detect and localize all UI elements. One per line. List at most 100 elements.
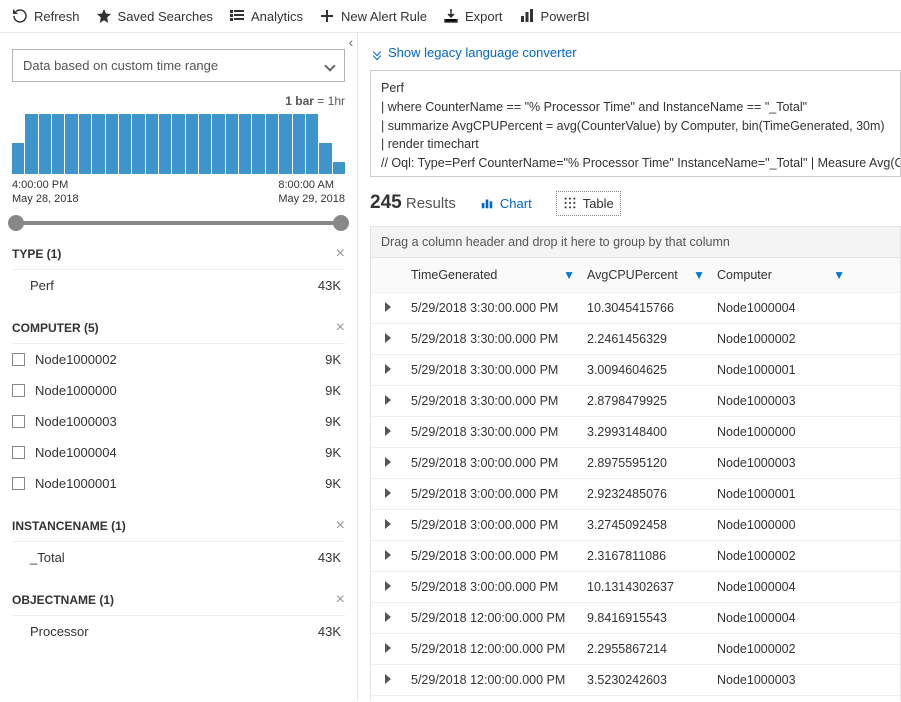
checkbox[interactable]	[12, 384, 25, 397]
export-button[interactable]: Export	[443, 8, 503, 24]
expand-row-button[interactable]	[371, 549, 405, 563]
table-row[interactable]: 5/29/2018 3:00:00.000 PM2.8975595120Node…	[371, 448, 900, 479]
histogram-bar[interactable]	[159, 114, 171, 174]
histogram-bar[interactable]	[39, 114, 51, 174]
expand-row-button[interactable]	[371, 518, 405, 532]
histogram-bar[interactable]	[119, 114, 131, 174]
facet-item-name: Node1000002	[35, 352, 117, 367]
histogram-bar[interactable]	[252, 114, 264, 174]
histogram-bar[interactable]	[25, 114, 37, 174]
facet-item[interactable]: Node10000019K	[12, 468, 345, 499]
table-row[interactable]: 5/29/2018 3:30:00.000 PM3.0094604625Node…	[371, 355, 900, 386]
histogram-bar[interactable]	[79, 114, 91, 174]
expand-row-button[interactable]	[371, 673, 405, 687]
histogram-bar[interactable]	[319, 143, 331, 174]
analytics-button[interactable]: Analytics	[229, 8, 303, 24]
histogram-bar[interactable]	[146, 114, 158, 174]
facet-item[interactable]: Processor43K	[12, 616, 345, 647]
facet-item[interactable]: Node10000029K	[12, 344, 345, 375]
histogram-bar[interactable]	[239, 114, 251, 174]
expand-row-button[interactable]	[371, 301, 405, 315]
cell-time: 5/29/2018 12:00:00.000 PM	[405, 665, 581, 695]
checkbox[interactable]	[12, 353, 25, 366]
histogram-bar[interactable]	[12, 143, 24, 174]
new-alert-button[interactable]: New Alert Rule	[319, 8, 427, 24]
histogram-bar[interactable]	[65, 114, 77, 174]
filter-icon[interactable]: ▼	[833, 268, 845, 282]
expand-row-button[interactable]	[371, 487, 405, 501]
slider-handle-right[interactable]	[333, 215, 349, 231]
histogram-bar[interactable]	[106, 114, 118, 174]
time-range-select[interactable]: Data based on custom time range	[12, 49, 345, 82]
col-header-time[interactable]: TimeGenerated ▼	[405, 258, 581, 292]
histogram-bar[interactable]	[333, 162, 345, 174]
chart-view-toggle[interactable]: Chart	[474, 192, 538, 215]
histogram-bar[interactable]	[186, 114, 198, 174]
cell-time: 5/29/2018 12:00:00.000 PM	[405, 603, 581, 633]
expand-row-button[interactable]	[371, 394, 405, 408]
expand-row-button[interactable]	[371, 363, 405, 377]
slider-handle-left[interactable]	[8, 215, 24, 231]
expand-row-button[interactable]	[371, 425, 405, 439]
checkbox[interactable]	[12, 415, 25, 428]
checkbox[interactable]	[12, 477, 25, 490]
saved-searches-button[interactable]: Saved Searches	[96, 8, 213, 24]
legacy-converter-link[interactable]: Show legacy language converter	[370, 45, 901, 60]
close-icon[interactable]: ×	[336, 319, 345, 337]
table-row[interactable]: 5/29/2018 12:00:00.000 PM3.5230242603Nod…	[371, 665, 900, 696]
table-row[interactable]: 5/29/2018 3:00:00.000 PM2.9232485076Node…	[371, 479, 900, 510]
table-row[interactable]: 5/29/2018 3:00:00.000 PM10.1314302637Nod…	[371, 572, 900, 603]
col-header-cpu[interactable]: AvgCPUPercent ▼	[581, 258, 711, 292]
histogram-bar[interactable]	[212, 114, 224, 174]
expand-row-button[interactable]	[371, 332, 405, 346]
time-slider[interactable]	[16, 221, 341, 225]
expand-row-button[interactable]	[371, 456, 405, 470]
table-view-toggle[interactable]: Table	[556, 191, 621, 216]
query-editor[interactable]: Perf | where CounterName == "% Processor…	[370, 70, 901, 177]
histogram-bar[interactable]	[199, 114, 211, 174]
table-row[interactable]: 5/29/2018 3:30:00.000 PM2.2461456329Node…	[371, 324, 900, 355]
histogram-bar[interactable]	[266, 114, 278, 174]
table-row[interactable]: 5/29/2018 3:30:00.000 PM10.3045415766Nod…	[371, 293, 900, 324]
histogram-bar[interactable]	[293, 114, 305, 174]
facet-item[interactable]: Node10000039K	[12, 406, 345, 437]
col-header-computer[interactable]: Computer ▼	[711, 258, 851, 292]
expand-row-button[interactable]	[371, 580, 405, 594]
expand-row-button[interactable]	[371, 611, 405, 625]
facet-item[interactable]: Node10000049K	[12, 437, 345, 468]
histogram-bar[interactable]	[132, 114, 144, 174]
filter-icon[interactable]: ▼	[563, 268, 575, 282]
checkbox[interactable]	[12, 446, 25, 459]
table-row[interactable]: 5/29/2018 12:00:00.000 PM9.8416915543Nod…	[371, 603, 900, 634]
facet-item[interactable]: Perf43K	[12, 270, 345, 301]
refresh-button[interactable]: Refresh	[12, 8, 80, 24]
refresh-label: Refresh	[34, 9, 80, 24]
group-drop-zone[interactable]: Drag a column header and drop it here to…	[370, 226, 901, 258]
histogram-bar[interactable]	[172, 114, 184, 174]
right-pane: Show legacy language converter Perf | wh…	[358, 33, 901, 701]
powerbi-button[interactable]: PowerBI	[519, 8, 590, 24]
table-row[interactable]: 5/29/2018 12:00:00.000 PM2.8920238753Nod…	[371, 696, 900, 701]
collapse-left-icon[interactable]: ‹	[345, 33, 357, 51]
histogram-bar[interactable]	[279, 114, 291, 174]
filter-icon[interactable]: ▼	[693, 268, 705, 282]
table-row[interactable]: 5/29/2018 3:30:00.000 PM3.2993148400Node…	[371, 417, 900, 448]
histogram-bar[interactable]	[52, 114, 64, 174]
expand-row-button[interactable]	[371, 642, 405, 656]
facet-item[interactable]: _Total43K	[12, 542, 345, 573]
close-icon[interactable]: ×	[336, 591, 345, 609]
close-icon[interactable]: ×	[336, 245, 345, 263]
histogram-bar[interactable]	[92, 114, 104, 174]
axis-tick-time: 4:00:00 PM	[12, 178, 79, 192]
time-histogram[interactable]	[12, 114, 345, 174]
cell-computer: Node1000000	[711, 417, 851, 447]
table-row[interactable]: 5/29/2018 3:00:00.000 PM2.3167811086Node…	[371, 541, 900, 572]
close-icon[interactable]: ×	[336, 517, 345, 535]
histogram-bar[interactable]	[226, 114, 238, 174]
table-row[interactable]: 5/29/2018 12:00:00.000 PM2.2955867214Nod…	[371, 634, 900, 665]
facet-item[interactable]: Node10000009K	[12, 375, 345, 406]
facet-item-count: 43K	[318, 624, 341, 639]
histogram-bar[interactable]	[306, 114, 318, 174]
table-row[interactable]: 5/29/2018 3:30:00.000 PM2.8798479925Node…	[371, 386, 900, 417]
table-row[interactable]: 5/29/2018 3:00:00.000 PM3.2745092458Node…	[371, 510, 900, 541]
